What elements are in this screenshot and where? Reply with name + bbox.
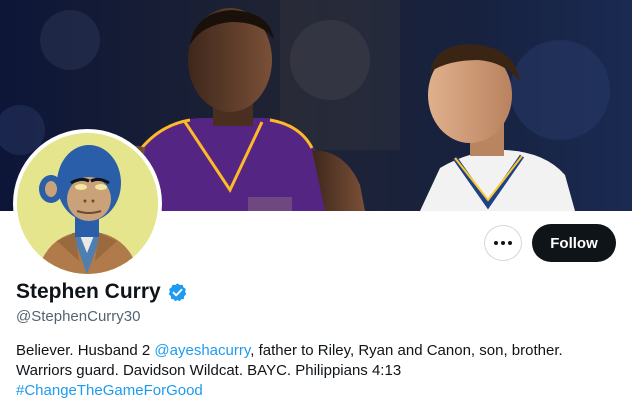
hashtag-link[interactable]: #ChangeTheGameForGood [16, 382, 203, 399]
bio-text: , father to Riley, Ryan and Canon, son, … [250, 342, 563, 359]
verified-badge-icon[interactable] [167, 282, 188, 303]
bio-text: Believer. Husband 2 [16, 342, 155, 359]
profile-bio: Believer. Husband 2 @ayeshacurry, father… [16, 341, 620, 401]
more-horizontal-icon [494, 241, 512, 245]
follow-button[interactable]: Follow [532, 224, 616, 262]
bio-text: Warriors guard. Davidson Wildcat. BAYC. … [16, 362, 402, 379]
display-name: Stephen Curry [16, 280, 161, 303]
user-handle: @StephenCurry30 [16, 308, 141, 325]
avatar[interactable] [17, 133, 158, 274]
avatar-frame[interactable] [13, 129, 162, 278]
more-options-button[interactable] [484, 225, 522, 261]
mention-link[interactable]: @ayeshacurry [154, 342, 250, 359]
name-row: Stephen Curry [16, 280, 188, 304]
